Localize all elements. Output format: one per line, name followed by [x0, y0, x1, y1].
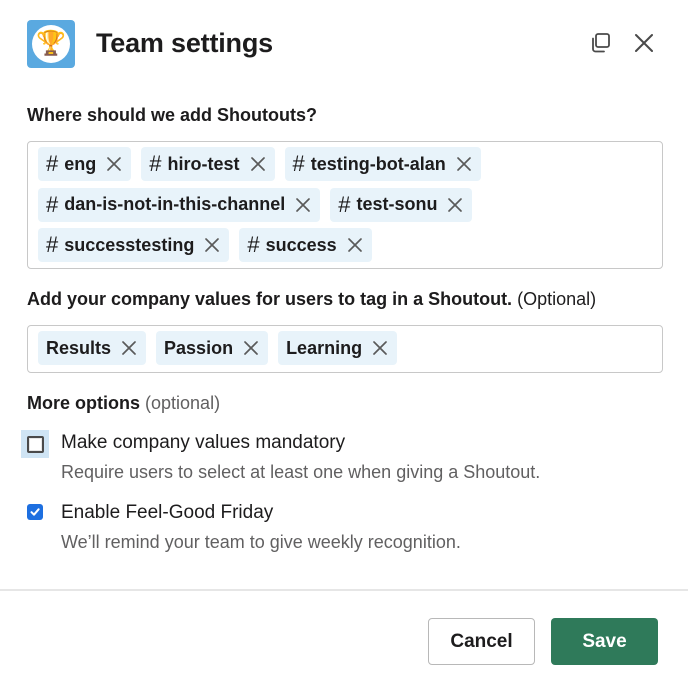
value-tag: Results	[38, 331, 147, 365]
tag-label: eng	[64, 153, 97, 174]
option-description: We’ll remind your team to give weekly re…	[61, 532, 461, 552]
remove-icon	[122, 341, 136, 355]
remove-icon	[296, 197, 311, 212]
more-options-label-text: More options	[27, 393, 140, 413]
trophy-glyph: 🏆	[36, 30, 66, 57]
popout-icon	[592, 33, 610, 53]
channel-tag: # test-sonu	[330, 187, 473, 222]
channel-tag: # dan-is-not-in-this-channel	[38, 187, 321, 222]
hash-icon: #	[46, 191, 59, 217]
tag-label: successtesting	[64, 234, 195, 255]
remove-tag-button[interactable]	[294, 196, 312, 214]
tag-label: dan-is-not-in-this-channel	[64, 194, 286, 215]
remove-icon	[448, 197, 463, 212]
tag-label: test-sonu	[356, 194, 438, 215]
more-options-label: More options (optional)	[27, 393, 220, 414]
remove-icon	[107, 157, 122, 171]
channel-tag: # success	[239, 228, 372, 263]
values-optional-hint: (Optional)	[517, 289, 597, 309]
remove-icon	[250, 157, 265, 171]
remove-tag-button[interactable]	[203, 236, 221, 254]
modal-header: 🏆 Team settings	[0, 0, 688, 92]
remove-icon	[347, 238, 362, 253]
tag-label: testing-bot-alan	[310, 153, 446, 174]
option-description: Require users to select at least one whe…	[61, 462, 541, 482]
popout-button[interactable]	[585, 28, 615, 58]
hash-icon: #	[247, 232, 260, 258]
remove-tag-button[interactable]	[105, 155, 123, 173]
save-button[interactable]: Save	[551, 618, 658, 665]
mandatory-values-checkbox[interactable]	[21, 430, 49, 458]
tag-label: hiro-test	[167, 153, 240, 174]
option-title: Enable Feel-Good Friday	[61, 502, 274, 523]
hash-icon: #	[292, 151, 305, 176]
remove-tag-button[interactable]	[455, 155, 473, 173]
trophy-icon: 🏆	[32, 25, 70, 63]
hash-icon: #	[149, 151, 162, 176]
value-tag: Passion	[156, 331, 269, 365]
close-icon	[635, 34, 653, 52]
remove-tag-button[interactable]	[242, 339, 260, 357]
channel-tag: # testing-bot-alan	[284, 147, 481, 181]
value-tag: Learning	[278, 331, 398, 365]
remove-tag-button[interactable]	[446, 196, 464, 214]
channel-tag: # eng	[38, 147, 132, 181]
tag-label: success	[265, 234, 337, 255]
remove-icon	[456, 157, 471, 171]
values-multiselect[interactable]: Results Passion Learning	[27, 325, 663, 373]
more-options-optional-hint: (optional)	[145, 393, 221, 413]
remove-icon	[244, 341, 258, 355]
channel-tag: # successtesting	[38, 228, 230, 263]
hash-icon: #	[338, 191, 351, 217]
tag-label: Passion	[164, 337, 234, 358]
remove-tag-button[interactable]	[249, 155, 267, 173]
app-icon: 🏆	[27, 20, 75, 68]
checkbox-unchecked-icon	[26, 435, 44, 453]
option-title: Make company values mandatory	[61, 432, 346, 453]
remove-tag-button[interactable]	[120, 339, 138, 357]
tag-label: Learning	[286, 337, 363, 358]
remove-icon	[205, 238, 220, 253]
remove-icon	[373, 341, 387, 355]
tag-label: Results	[46, 337, 112, 358]
channels-label: Where should we add Shoutouts?	[27, 105, 317, 125]
values-label-text: Add your company values for users to tag…	[27, 289, 513, 309]
footer-divider	[0, 589, 688, 591]
channels-multiselect[interactable]: # eng # hiro-test # testing-bot-alan # dan-is-n…	[27, 141, 663, 269]
channel-tag: # hiro-test	[141, 147, 275, 181]
hash-icon: #	[46, 232, 59, 258]
remove-tag-button[interactable]	[371, 339, 389, 357]
values-label: Add your company values for users to tag…	[27, 289, 596, 310]
checkmark-icon	[30, 508, 40, 516]
close-button[interactable]	[629, 28, 659, 58]
feel-good-friday-checkbox[interactable]	[27, 504, 43, 520]
modal-title: Team settings	[96, 28, 273, 58]
remove-tag-button[interactable]	[346, 236, 364, 254]
cancel-button[interactable]: Cancel	[428, 618, 535, 665]
hash-icon: #	[46, 151, 59, 176]
